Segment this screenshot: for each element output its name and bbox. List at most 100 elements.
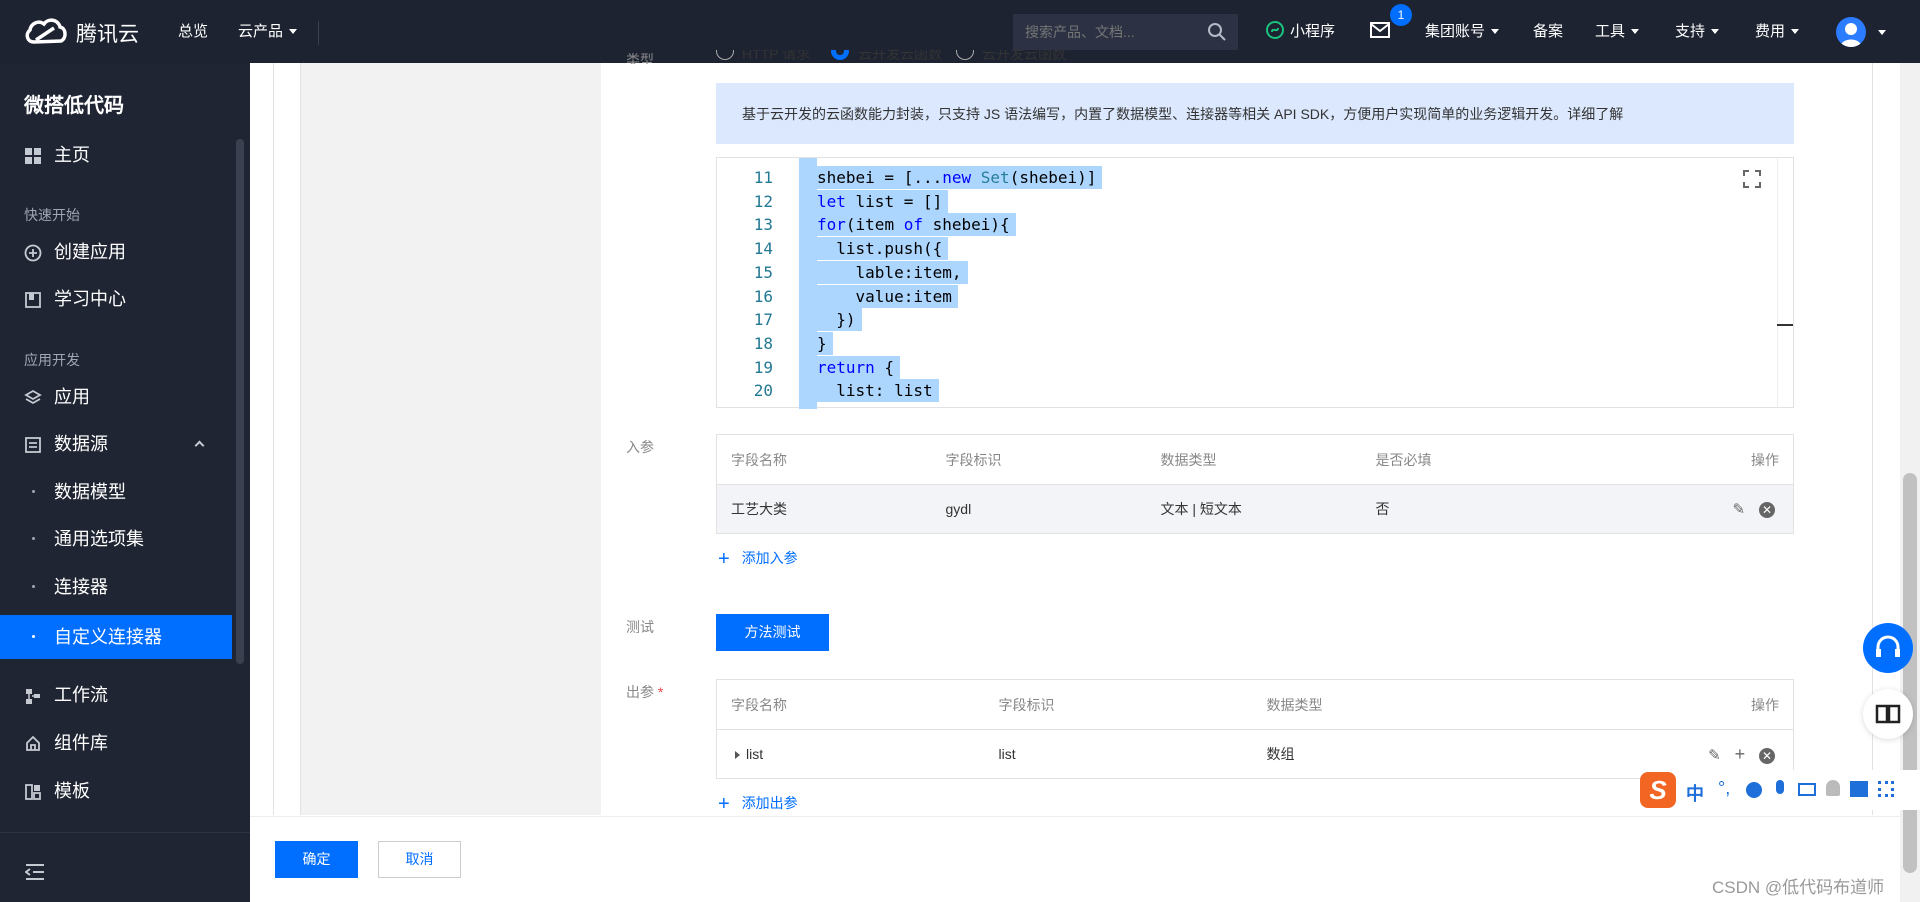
code-editor[interactable]: 11 shebei = [...new Set(shebei)] 12 let lis… [716,157,1794,409]
code-text: value:item [801,284,958,308]
sidebar-item-home[interactable]: 主页 [0,133,232,178]
sidebar-subitem-option-sets[interactable]: 通用选项集 [0,517,232,561]
line-number: 20 [753,381,773,401]
input-params-label: 入参 [626,439,654,455]
selection-highlight: value:item [817,284,958,308]
nav-tools-label: 工具 [1595,23,1626,40]
sidebar-item-templates[interactable]: 模板 [0,769,232,814]
add-output-link[interactable]: + 添加出参 [718,793,798,816]
punctuation-icon[interactable]: °, [1718,778,1730,799]
sidebar-item-datasource[interactable]: 数据源 [0,422,232,467]
sidebar-item-label: 应用 [54,387,90,407]
selection-highlight: return { [817,355,901,379]
sidebar-subitem-label: 数据模型 [54,482,126,502]
ime-chinese-mode[interactable]: 中 [1686,780,1704,806]
type-radio-row: HTTP 请求 云开发云函数 云开发云函数 [716,50,1236,65]
radio-cloud-function-selected[interactable] [831,50,849,60]
chevron-down-icon [1711,29,1720,34]
nav-billing-label: 费用 [1755,23,1786,40]
nav-icp[interactable]: 备案 [1533,0,1563,63]
add-child-icon[interactable]: + [1735,744,1746,764]
edit-icon[interactable]: ✎ [1733,501,1746,518]
sidebar-item-learn[interactable]: 学习中心 [0,277,232,322]
code-line: 20 list: list [717,379,1717,403]
skin-icon[interactable] [1850,781,1868,797]
expand-caret-icon[interactable] [735,751,740,759]
nav-group-account[interactable]: 集团账号 [1425,0,1500,63]
nav-support[interactable]: 支持 [1675,0,1720,63]
docs-button[interactable] [1863,689,1913,739]
sidebar-item-label: 主页 [54,145,90,165]
keyword-token: return [817,357,875,377]
table-row: 工艺大类 gydl 文本 | 短文本 否 ✎ ✕ [716,484,1794,534]
cell-field-id: gydl [931,484,1147,534]
editor-scrollbar[interactable] [1777,158,1793,407]
mail-icon [1370,22,1390,38]
radio-other-label: 云开发云函数 [982,50,1066,62]
sidebar-title: 微搭低代码 [24,95,124,117]
radio-other[interactable] [956,50,974,60]
edit-icon[interactable]: ✎ [1708,747,1721,764]
sidebar-item-components[interactable]: 组件库 [0,721,232,766]
radio-http[interactable] [716,50,734,60]
cancel-button[interactable]: 取消 [378,841,461,878]
sidebar-item-label: 工作流 [54,685,108,705]
component-icon [26,735,40,751]
code-text: } [801,331,833,355]
chevron-down-icon [1631,29,1640,34]
search-input[interactable] [1025,22,1195,42]
user-avatar[interactable] [1836,17,1866,47]
nav-group-account-label: 集团账号 [1425,23,1486,40]
scrollbar-thumb[interactable] [1903,473,1917,873]
method-test-button[interactable]: 方法测试 [716,614,829,651]
table-row: list list 数组 ✎ + ✕ [716,729,1794,779]
cell-data-type: 文本 | 短文本 [1146,484,1362,534]
fullscreen-icon[interactable] [1743,170,1761,188]
sidebar-subitem-connectors[interactable]: 连接器 [0,565,232,609]
customer-service-button[interactable] [1863,623,1913,673]
microphone-icon[interactable] [1776,780,1784,794]
info-text: 基于云开发的云函数能力封装，只支持 JS 语法编写，内置了数据模型、连接器等相关… [742,106,1624,122]
sidebar-item-label: 数据源 [54,434,108,454]
plus-icon: + [718,793,730,815]
col-field-name: 字段名称 [716,679,985,730]
mail-button[interactable]: 1 [1370,4,1412,38]
sidebar-subitem-data-model[interactable]: 数据模型 [0,470,232,514]
search-box[interactable] [1013,14,1238,50]
nav-billing[interactable]: 费用 [1755,0,1800,63]
nav-overview[interactable]: 总览 [178,0,208,63]
sidebar-item-workflow[interactable]: 工作流 [0,673,232,718]
cell-data-type: 数组 [1252,729,1603,779]
chevron-up-icon [194,440,205,451]
line-number: 17 [753,310,773,330]
sidebar-scrollbar[interactable] [236,139,244,664]
toolbox-icon[interactable] [1878,781,1894,797]
chevron-down-icon[interactable] [1878,30,1886,35]
mini-program-link[interactable]: 小程序 [1266,0,1335,63]
nav-products[interactable]: 云产品 [238,0,298,63]
code-text: for(item of shebei){ [801,213,1016,237]
code-line: 13 for(item of shebei){ [717,213,1717,237]
table-header-row: 字段名称 字段标识 数据类型 是否必填 操作 [716,434,1794,485]
output-params-label-text: 出参 [626,684,654,700]
keyboard-icon[interactable] [1798,783,1816,796]
bullet-dot [32,585,35,588]
sidebar-item-create-app[interactable]: 创建应用 [0,230,232,275]
search-icon[interactable] [1207,22,1227,42]
sidebar-item-app[interactable]: 应用 [0,375,232,420]
line-number: 12 [753,191,773,211]
book-icon [25,292,41,308]
user-center-icon[interactable] [1826,780,1840,796]
selection-highlight: let list = [] [817,189,949,213]
sidebar-subitem-custom-connectors[interactable]: 自定义连接器 [0,615,232,659]
radio-http-label: HTTP 请求 [742,50,811,62]
table-header-row: 字段名称 字段标识 数据类型 操作 [716,679,1794,730]
emoji-icon[interactable] [1746,782,1762,798]
nav-tools[interactable]: 工具 [1595,0,1640,63]
open-book-icon [1875,704,1901,724]
add-input-link[interactable]: + 添加入参 [718,548,798,571]
delete-icon[interactable]: ✕ [1759,747,1775,764]
confirm-button[interactable]: 确定 [275,841,358,878]
delete-icon[interactable]: ✕ [1759,502,1775,518]
collapse-menu-icon[interactable] [25,863,45,881]
